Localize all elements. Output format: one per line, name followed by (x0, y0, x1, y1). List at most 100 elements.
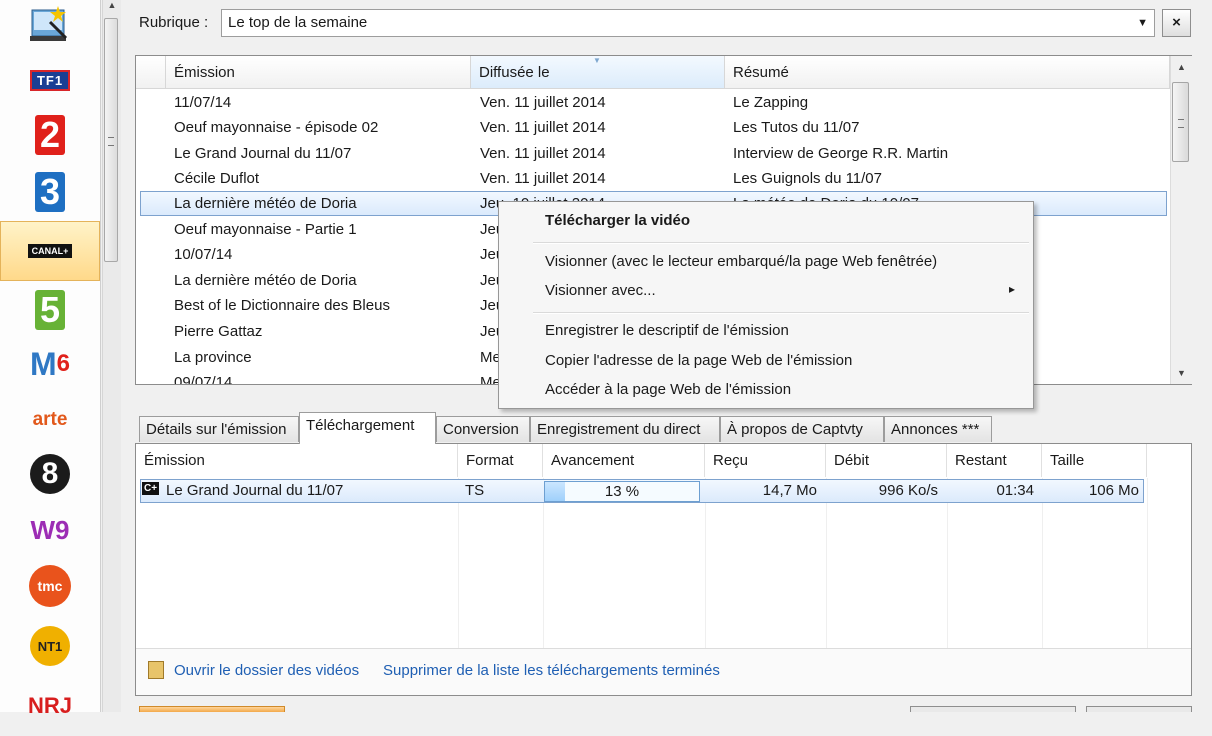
dropdown-arrow-icon: ▼ (1137, 17, 1148, 29)
bottom-button-right[interactable] (1086, 706, 1192, 712)
grip-icon (1178, 119, 1184, 128)
scroll-up-icon[interactable]: ▲ (103, 0, 121, 10)
dl-cell-format: TS (465, 482, 485, 499)
dl-header-avancement[interactable]: Avancement (543, 444, 705, 477)
list-scroll-thumb[interactable] (1172, 82, 1189, 162)
submenu-arrow-icon: ▸ (1009, 282, 1016, 296)
cell-date: Ven. 11 juillet 2014 (480, 170, 606, 187)
open-folder-link[interactable]: Ouvrir le dossier des vidéos (174, 662, 359, 679)
d8-logo: 8 (30, 454, 70, 494)
canalplus-icon: C+ (142, 482, 160, 495)
channel-tf1[interactable]: TF1 (0, 50, 100, 110)
channel-w9[interactable]: W9 (0, 500, 100, 560)
cell-resume: Interview de George R.R. Martin (733, 145, 949, 162)
column-divider (1042, 478, 1043, 650)
scroll-up-icon[interactable]: ▲ (1171, 62, 1192, 72)
dl-header-recu[interactable]: Reçu (705, 444, 826, 477)
column-divider (458, 478, 459, 650)
download-footer: Ouvrir le dossier des vidéos Supprimer d… (136, 648, 1191, 695)
menu-item-watch-embedded[interactable]: Visionner (avec le lecteur embarqué/la p… (545, 253, 937, 270)
rubrique-value: Le top de la semaine (228, 14, 368, 31)
cell-emission: La province (174, 349, 252, 366)
menu-separator (533, 312, 1029, 314)
column-divider (826, 478, 827, 650)
tab-download[interactable]: Téléchargement (299, 412, 436, 444)
dl-header-format[interactable]: Format (458, 444, 543, 477)
cell-emission: La dernière météo de Doria (174, 195, 357, 212)
tab-details[interactable]: Détails sur l'émission (139, 416, 299, 442)
cell-date: Ven. 11 juillet 2014 (480, 94, 606, 111)
column-header-diffusee-label: Diffusée le (479, 64, 550, 81)
list-row[interactable]: Oeuf mayonnaise - épisode 02 Ven. 11 jui… (140, 115, 1167, 140)
tab-conversion[interactable]: Conversion (436, 416, 530, 442)
channel-canalplus[interactable]: CANAL+ (0, 221, 100, 281)
dl-header-emission[interactable]: Émission (136, 444, 458, 477)
dl-cell-emission: Le Grand Journal du 11/07 (166, 482, 344, 499)
channel-nt1[interactable]: NT1 (0, 616, 100, 676)
progress-label: 13 % (604, 483, 640, 500)
menu-item-open-webpage[interactable]: Accéder à la page Web de l'émission (545, 381, 791, 398)
wand-icon (30, 6, 68, 41)
scroll-down-icon[interactable]: ▼ (1171, 368, 1192, 378)
channel-nrj12[interactable]: NRJ (0, 676, 100, 736)
list-row[interactable]: Cécile Duflot Ven. 11 juillet 2014 Les G… (140, 166, 1167, 191)
column-divider (947, 478, 948, 650)
cell-emission: 11/07/14 (174, 94, 232, 111)
bottom-action-button[interactable] (139, 706, 285, 712)
rubrique-select[interactable]: Le top de la semaine ▼ (221, 9, 1155, 37)
cell-date: Ven. 11 juillet 2014 (480, 119, 606, 136)
cell-emission: 10/07/14 (174, 246, 233, 263)
dl-header-restant[interactable]: Restant (947, 444, 1042, 477)
download-progress-bar: 13 % (544, 481, 700, 502)
menu-separator (533, 242, 1029, 244)
channel-france5[interactable]: 5 (0, 280, 100, 340)
tab-live-recording[interactable]: Enregistrement du direct (530, 416, 720, 442)
rubrique-label: Rubrique : (139, 14, 209, 31)
dl-cell-recu: 14,7 Mo (762, 482, 817, 499)
france5-logo: 5 (35, 289, 65, 330)
menu-item-save-description[interactable]: Enregistrer le descriptif de l'émission (545, 322, 789, 339)
column-divider (543, 478, 544, 650)
tab-about[interactable]: À propos de Captvty (720, 416, 884, 442)
nt1-logo: NT1 (30, 626, 70, 666)
dl-cell-debit: 996 Ko/s (878, 482, 938, 499)
channel-france3[interactable]: 3 (0, 162, 100, 222)
list-row[interactable]: Le Grand Journal du 11/07 Ven. 11 juille… (140, 141, 1167, 166)
cell-emission: La dernière météo de Doria (174, 272, 357, 289)
clear-finished-link[interactable]: Supprimer de la liste les téléchargement… (383, 662, 720, 679)
cell-resume: Les Guignols du 11/07 (733, 170, 882, 187)
france3-logo: 3 (35, 171, 65, 212)
canalplus-logo: CANAL+ (27, 244, 73, 258)
channel-tmc[interactable]: tmc (0, 556, 100, 616)
column-divider (705, 478, 706, 650)
dl-cell-taille: 106 Mo (1088, 482, 1139, 499)
cell-resume: Les Tutos du 11/07 (733, 119, 860, 136)
channel-d8[interactable]: 8 (0, 444, 100, 504)
cell-emission: Cécile Duflot (174, 170, 260, 187)
magic-wand-icon[interactable] (0, 0, 100, 48)
list-row[interactable]: 11/07/14 Ven. 11 juillet 2014 Le Zapping (140, 90, 1167, 115)
cell-resume: Le Zapping (733, 94, 809, 111)
tmc-logo: tmc (29, 565, 71, 607)
menu-item-copy-url[interactable]: Copier l'adresse de la page Web de l'émi… (545, 352, 852, 369)
cell-emission: Oeuf mayonnaise - épisode 02 (174, 119, 379, 136)
tab-announces[interactable]: Annonces *** (884, 416, 992, 442)
w9-logo: W9 (30, 514, 70, 545)
menu-item-watch-with[interactable]: Visionner avec... (545, 282, 656, 299)
nrj12-logo: NRJ (27, 693, 72, 718)
sidebar-scroll-thumb[interactable] (104, 18, 118, 262)
column-header-diffusee[interactable]: Diffusée le ▼ (471, 56, 725, 89)
column-header-emission[interactable]: Émission (166, 56, 471, 89)
channel-m6[interactable]: M6 (0, 334, 100, 394)
channel-arte[interactable]: arte (0, 390, 100, 450)
m6-logo: M6 (29, 345, 70, 382)
column-header-resume[interactable]: Résumé (725, 56, 1170, 89)
dl-header-debit[interactable]: Débit (826, 444, 947, 477)
menu-item-download[interactable]: Télécharger la vidéo (545, 212, 690, 229)
dl-header-taille[interactable]: Taille (1042, 444, 1147, 477)
bottom-button-left[interactable] (910, 706, 1076, 712)
close-button[interactable]: × (1162, 9, 1191, 37)
cell-date: Ven. 11 juillet 2014 (480, 145, 606, 162)
channel-france2[interactable]: 2 (0, 105, 100, 165)
cell-emission: Pierre Gattaz (174, 323, 263, 340)
